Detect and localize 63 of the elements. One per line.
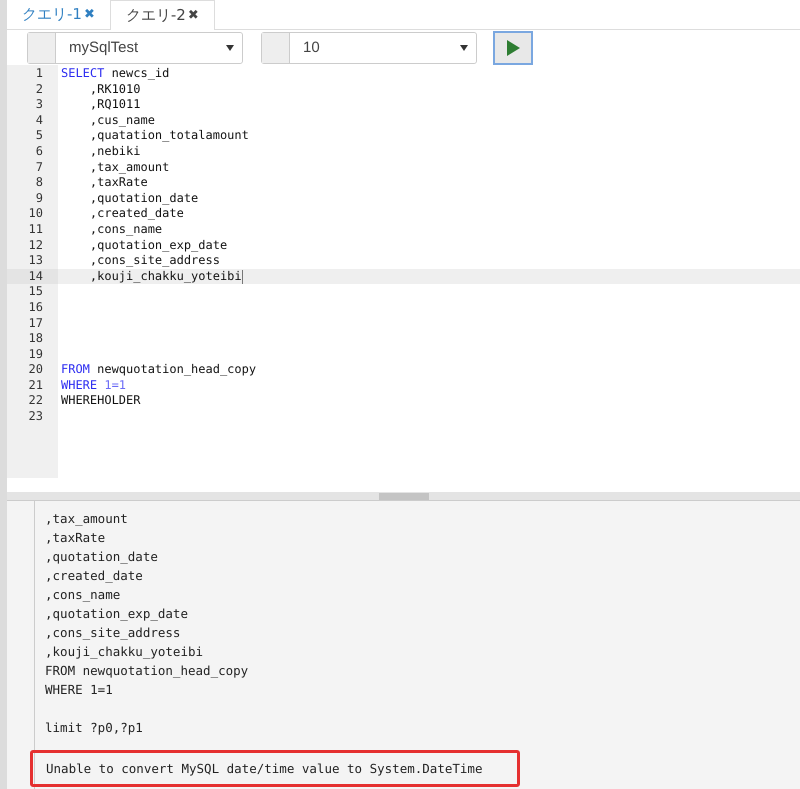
code-line: ,created_date	[88, 206, 184, 222]
output-line: ,taxRate	[45, 529, 106, 547]
code-line: ,RK1010	[88, 82, 140, 98]
code-line: ,tax_amount	[88, 160, 170, 176]
line-number: 15	[28, 284, 44, 300]
error-message: Unable to convert MySQL date/time value to System.DateTime	[30, 750, 520, 787]
line-number: 7	[34, 160, 44, 176]
line-number: 16	[28, 300, 44, 316]
close-icon[interactable]: ✖	[188, 8, 199, 23]
run-button[interactable]	[493, 30, 533, 64]
line-number: 4	[34, 112, 44, 128]
line-number: 10	[28, 206, 44, 222]
output-line: ,quotation_exp_date	[45, 605, 189, 623]
caret-icon	[226, 44, 234, 50]
output-line: FROM newquotation_head_copy	[45, 662, 250, 680]
line-number: 13	[28, 253, 44, 269]
line-number: 22	[28, 393, 44, 410]
line-number: 23	[28, 409, 44, 425]
play-icon	[506, 40, 520, 56]
line-number: 20	[28, 362, 44, 378]
output-line: ,created_date	[45, 567, 144, 585]
code-line: ,quotation_exp_date	[88, 238, 228, 254]
line-number: 18	[28, 331, 44, 347]
code-line: ,taxRate	[88, 175, 148, 191]
output-line: ,quotation_date	[45, 548, 159, 566]
line-number: 12	[28, 238, 44, 254]
splitter-handle[interactable]	[378, 493, 428, 500]
code-line: ,cus_name	[88, 112, 155, 128]
line-number: 6	[34, 144, 44, 160]
line-number: 9	[34, 190, 44, 206]
line-number: 2	[34, 82, 44, 98]
caret-icon	[460, 44, 468, 50]
line-number: 14	[7, 268, 58, 284]
code-line: WHERE 1=1	[61, 378, 126, 394]
close-icon[interactable]: ✖	[84, 7, 95, 22]
code-line: ,cons_name	[88, 222, 162, 238]
text-cursor	[242, 270, 243, 284]
code-line: WHEREHOLDER	[61, 393, 140, 410]
code-line: SELECT newcs_id	[61, 66, 170, 82]
line-number: 17	[28, 316, 44, 332]
code-line: ,kouji_chakku_yoteibi	[88, 268, 242, 284]
line-number: 5	[34, 128, 44, 144]
output-line: ,kouji_chakku_yoteibi	[45, 643, 204, 661]
output-line: ,tax_amount	[45, 510, 129, 528]
line-number: 3	[34, 97, 44, 113]
code-line: ,RQ1011	[88, 97, 140, 113]
row-limit-select[interactable]: 10	[261, 32, 477, 64]
output-line: WHERE 1=1	[45, 681, 114, 699]
connection-select[interactable]: mySqlTest	[27, 32, 243, 64]
line-number: 11	[28, 222, 44, 238]
code-line: ,quatation_totalamount	[88, 128, 249, 144]
code-line: ,cons_site_address	[88, 253, 220, 269]
query-tab[interactable]: クエリ-2✖	[110, 0, 215, 30]
output-line: ,cons_site_address	[45, 624, 182, 642]
output-line: limit ?p0,?p1	[45, 719, 144, 737]
line-number: 1	[34, 66, 44, 82]
code-line: FROM newquotation_head_copy	[61, 362, 256, 378]
line-number: 19	[28, 346, 44, 362]
code-line: ,quotation_date	[88, 190, 198, 206]
output-line: ,cons_name	[45, 586, 122, 604]
line-number: 21	[28, 378, 44, 394]
line-number: 8	[34, 175, 44, 191]
code-line: ,nebiki	[88, 144, 140, 160]
